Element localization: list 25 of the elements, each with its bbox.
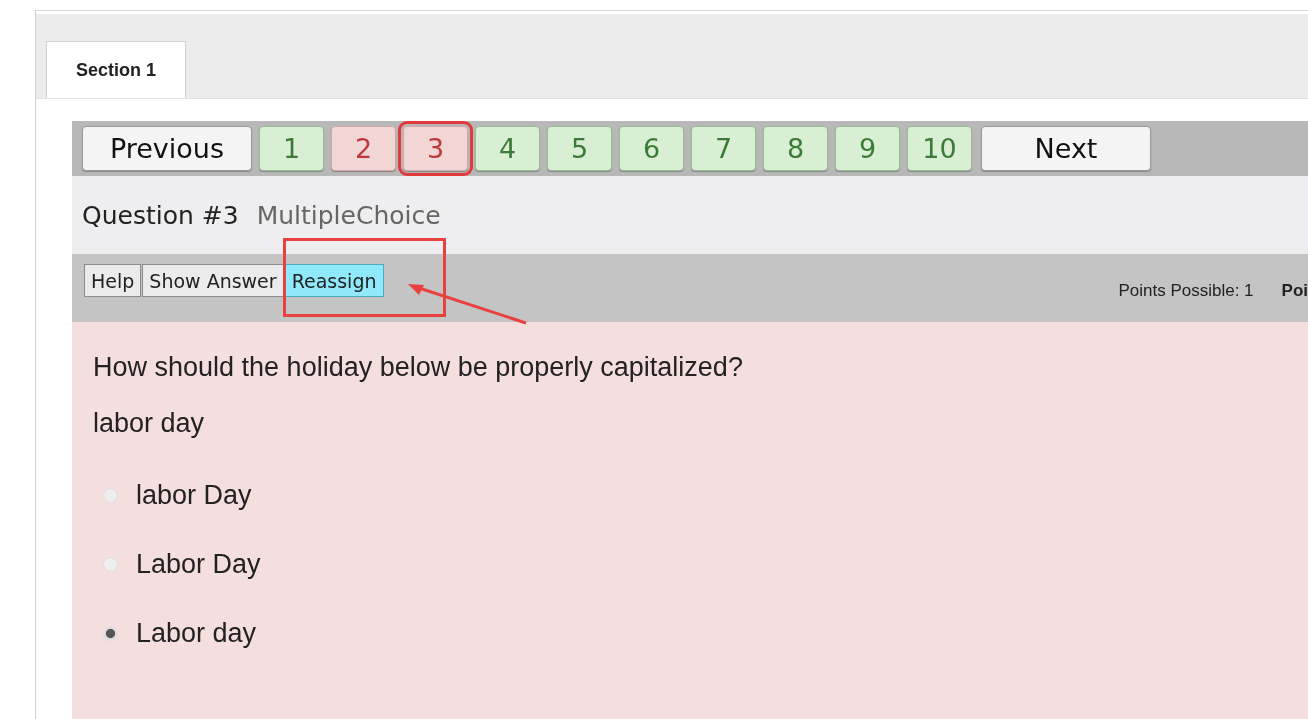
points-possible: Points Possible: 1	[1118, 281, 1254, 301]
question-number-button[interactable]: 4	[475, 126, 540, 171]
next-button[interactable]: Next	[981, 126, 1151, 171]
question-number-button[interactable]: 9	[835, 126, 900, 171]
option-label[interactable]: Labor Day	[136, 549, 261, 580]
radio-button[interactable]	[103, 626, 118, 641]
question-number-button[interactable]: 6	[619, 126, 684, 171]
question-term: labor day	[93, 408, 206, 439]
option-label[interactable]: Labor day	[136, 618, 257, 649]
question-type: MultipleChoice	[256, 200, 441, 230]
points-label: Poi	[1281, 281, 1308, 301]
option-label[interactable]: labor Day	[136, 480, 252, 511]
question-number-button[interactable]: 5	[547, 126, 612, 171]
question-prompt: How should the holiday below be properly capitalized?	[93, 352, 744, 383]
question-number-button[interactable]: 7	[691, 126, 756, 171]
toolbar-button[interactable]: Help	[84, 264, 142, 297]
question-number-button[interactable]: 1	[259, 126, 324, 171]
previous-button[interactable]: Previous	[82, 126, 252, 171]
section-tab[interactable]: Section 1	[46, 41, 186, 98]
question-number-button[interactable]: 10	[907, 126, 972, 171]
toolbar-button[interactable]: Reassign	[284, 264, 384, 297]
question-number: Question #3	[82, 200, 239, 230]
toolbar-button[interactable]: Show Answer	[142, 264, 284, 297]
question-number-button[interactable]: 2	[331, 126, 396, 171]
question-number-button[interactable]: 8	[763, 126, 828, 171]
